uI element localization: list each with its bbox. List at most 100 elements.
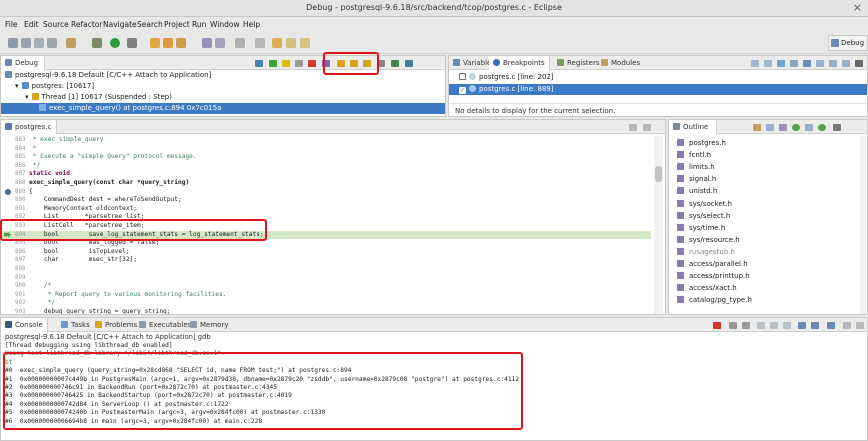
- hide-static-icon[interactable]: [779, 124, 787, 131]
- tab-console[interactable]: Console: [1, 318, 48, 332]
- menu-refactor[interactable]: Refactor: [71, 20, 102, 29]
- view-menu-icon[interactable]: [405, 60, 413, 67]
- code-line[interactable]: 883 * exec_simple_query: [1, 136, 651, 144]
- remove-icon[interactable]: [751, 60, 759, 67]
- terminate-icon[interactable]: [308, 60, 316, 67]
- code-line[interactable]: 886 */: [1, 162, 651, 170]
- hide-fields-icon[interactable]: [766, 124, 774, 131]
- code-line[interactable]: 897 char msec_str[32];: [1, 256, 651, 264]
- hide-nonpublic-icon[interactable]: [792, 124, 800, 131]
- skip-all-icon[interactable]: [803, 60, 811, 67]
- code-line[interactable]: 889{: [1, 188, 651, 196]
- link-editor-icon[interactable]: [818, 124, 826, 131]
- tab-registers[interactable]: Registers: [553, 56, 603, 70]
- toggle-block-icon[interactable]: [215, 38, 225, 48]
- outline-item[interactable]: sys/time.h: [677, 223, 725, 232]
- tab-debug[interactable]: Debug: [1, 56, 45, 70]
- debug-tree-thread[interactable]: ▾ Thread [1] 10617 (Suspended : Step): [25, 93, 172, 101]
- debug-icon[interactable]: [92, 38, 102, 48]
- tab-outline[interactable]: Outline: [669, 120, 717, 134]
- scroll-lock-icon[interactable]: [770, 322, 778, 329]
- back-icon[interactable]: [286, 38, 296, 48]
- step-into-icon[interactable]: [337, 60, 345, 67]
- next-annotation-icon[interactable]: [235, 38, 245, 48]
- forward-icon[interactable]: [300, 38, 310, 48]
- menu-project[interactable]: Project: [164, 20, 190, 29]
- outline-item[interactable]: catalog/pg_type.h: [677, 296, 752, 304]
- open-element-icon[interactable]: [163, 38, 173, 48]
- tab-problems[interactable]: Problems: [91, 318, 141, 332]
- code-line[interactable]: 898: [1, 265, 651, 273]
- code-line[interactable]: 890 CommandDest dest = whereToSendOutput…: [1, 196, 651, 204]
- open-console-icon[interactable]: [827, 322, 835, 329]
- suspend-icon[interactable]: [282, 60, 290, 67]
- outline-item[interactable]: access/printtup.h: [677, 272, 750, 280]
- step-over-icon[interactable]: [350, 60, 358, 67]
- outline-item[interactable]: rusagestub.h: [677, 247, 735, 256]
- last-edit-icon[interactable]: [272, 38, 282, 48]
- menu-search[interactable]: Search: [137, 20, 163, 29]
- save-all-icon[interactable]: [34, 38, 44, 48]
- view-menu-icon[interactable]: [833, 124, 841, 131]
- maximize-icon[interactable]: [643, 124, 651, 131]
- debug-tree-frame[interactable]: exec_simple_query() at postgres.c:894 0x…: [1, 103, 445, 114]
- maximize-icon[interactable]: [856, 322, 864, 329]
- checkbox-checked[interactable]: ✓: [459, 87, 466, 94]
- disconnect-icon[interactable]: [295, 60, 303, 67]
- outline-item[interactable]: sys/select.h: [677, 211, 730, 220]
- sort-icon[interactable]: [753, 124, 761, 131]
- menu-run[interactable]: Run: [192, 20, 206, 29]
- outline-item[interactable]: sys/socket.h: [677, 199, 732, 208]
- tab-breakpoints[interactable]: Breakpoints: [489, 56, 550, 70]
- outline-item[interactable]: access/xact.h: [677, 284, 737, 292]
- run-icon[interactable]: [110, 38, 120, 48]
- perspective-debug-button[interactable]: Debug: [828, 35, 868, 51]
- checkbox[interactable]: [459, 73, 466, 80]
- minimize-icon[interactable]: [629, 124, 637, 131]
- toggle-mark-icon[interactable]: [202, 38, 212, 48]
- external-tools-icon[interactable]: [127, 38, 137, 48]
- code-line[interactable]: 895 bool was_logged = false;: [1, 239, 651, 247]
- code-line[interactable]: 888 exec_simple_query(const char *query_s…: [1, 179, 651, 187]
- code-line[interactable]: 901 * Report query to various monitoring…: [1, 291, 651, 299]
- go-to-file-icon[interactable]: [790, 60, 798, 67]
- code-line[interactable]: 887 static void: [1, 170, 651, 178]
- menu-file[interactable]: File: [5, 20, 18, 29]
- collapse-all-icon[interactable]: [829, 60, 837, 67]
- menu-help[interactable]: Help: [243, 20, 260, 29]
- new-icon[interactable]: [8, 38, 18, 48]
- code-line[interactable]: 884 *: [1, 145, 651, 153]
- breakpoint-item-202[interactable]: postgres.c [line: 202]: [459, 73, 554, 81]
- outline-item[interactable]: sys/resource.h: [677, 235, 740, 244]
- outline-item[interactable]: signal.h: [677, 175, 716, 183]
- tab-memory[interactable]: Memory: [186, 318, 232, 332]
- view-menu-icon[interactable]: [855, 60, 863, 67]
- reverse-step-icon[interactable]: [391, 60, 399, 67]
- debug-tree-process[interactable]: ▾ postgres: [10617]: [15, 82, 94, 90]
- code-line[interactable]: 893 ListCell *parsetree_item;: [1, 222, 651, 230]
- remove-all-icon[interactable]: [764, 60, 772, 67]
- menu-navigate[interactable]: Navigate: [103, 20, 137, 29]
- link-icon[interactable]: [842, 60, 850, 67]
- tab-tasks[interactable]: Tasks: [57, 318, 94, 332]
- close-icon[interactable]: ×: [853, 1, 862, 14]
- remove-launch-icon[interactable]: [729, 322, 737, 329]
- tab-modules[interactable]: Modules: [597, 56, 644, 70]
- code-area[interactable]: 883 * exec_simple_query 884 * 885 * Execut…: [1, 136, 651, 314]
- build-icon[interactable]: [66, 38, 76, 48]
- outline-item[interactable]: postgres.h: [677, 139, 726, 147]
- scrollbar-thumb[interactable]: [655, 166, 662, 182]
- code-line[interactable]: 902 */: [1, 299, 651, 307]
- code-line[interactable]: 896 bool isTopLevel;: [1, 248, 651, 256]
- code-line[interactable]: 885 * Execute a "simple Query" protocol …: [1, 153, 651, 161]
- terminate-icon[interactable]: [713, 322, 721, 329]
- menu-window[interactable]: Window: [210, 20, 240, 29]
- code-line[interactable]: 891 MemoryContext oldcontext;: [1, 205, 651, 213]
- pin-console-icon[interactable]: [798, 322, 806, 329]
- word-wrap-icon[interactable]: [783, 322, 791, 329]
- debug-tree-launch[interactable]: postgresql-9.6.18 Default [C/C++ Attach …: [5, 71, 211, 79]
- step-return-icon[interactable]: [363, 60, 371, 67]
- print-icon[interactable]: [47, 38, 57, 48]
- code-line[interactable]: 894 bool save_log_statement_stats = log_…: [1, 230, 651, 239]
- display-console-icon[interactable]: [811, 322, 819, 329]
